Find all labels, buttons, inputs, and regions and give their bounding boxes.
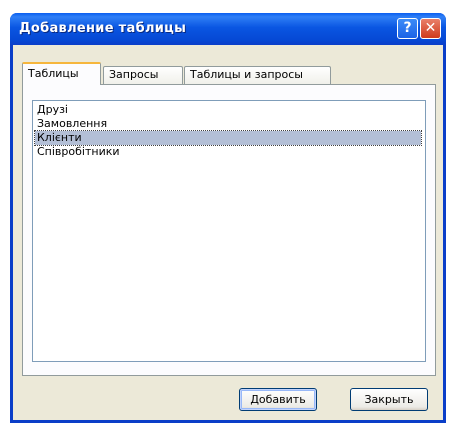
list-item-zamovlennya[interactable]: Замовлення <box>35 117 107 131</box>
close-button[interactable]: Закрыть <box>350 388 428 411</box>
question-mark-icon: ? <box>403 20 412 36</box>
add-button[interactable]: Добавить <box>239 388 317 411</box>
list-item-spivrobitnyky[interactable]: Співробітники <box>35 145 120 159</box>
add-table-dialog: Добавление таблицы ? ✕ Таблицы Запросы Т… <box>10 13 446 423</box>
title-bar[interactable]: Добавление таблицы ? ✕ <box>10 13 446 45</box>
list-item-klienty[interactable]: Клієнти <box>34 130 422 146</box>
close-icon: ✕ <box>424 20 437 36</box>
tab-tables-and-queries[interactable]: Таблицы и запросы <box>184 66 331 84</box>
tab-queries[interactable]: Запросы <box>103 66 183 84</box>
tables-listbox[interactable]: Друзі Замовлення Клієнти Співробітники <box>32 100 426 362</box>
help-button[interactable]: ? <box>397 18 418 39</box>
close-window-button[interactable]: ✕ <box>420 18 441 39</box>
tab-tables[interactable]: Таблицы <box>22 62 101 85</box>
dialog-title: Добавление таблицы <box>19 21 187 36</box>
list-item-druzi[interactable]: Друзі <box>35 103 68 117</box>
tab-panel: Друзі Замовлення Клієнти Співробітники <box>22 84 436 376</box>
